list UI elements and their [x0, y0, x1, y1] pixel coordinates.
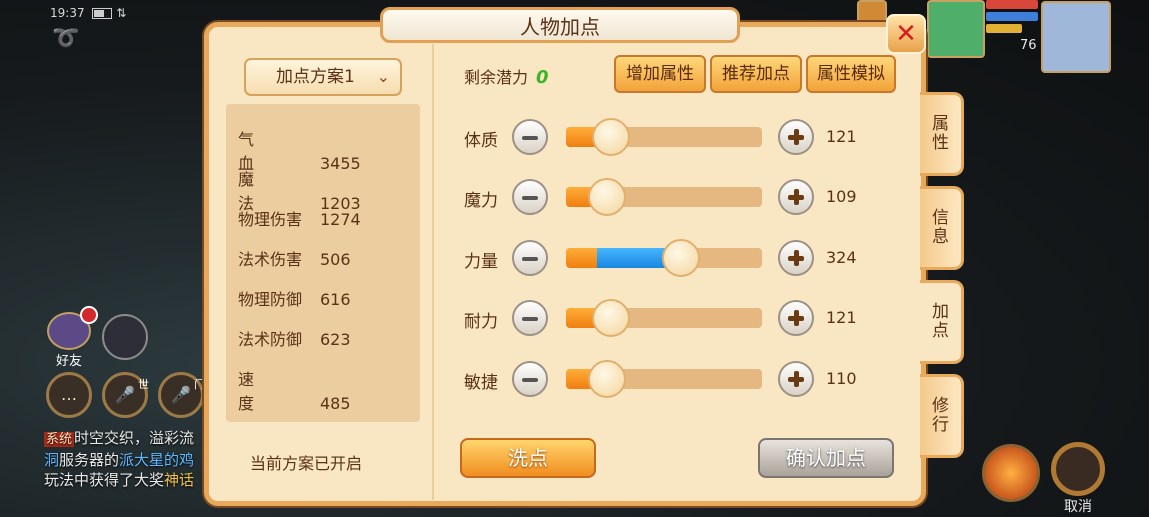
wash-points-button[interactable]: 洗点 [460, 438, 596, 478]
chat-text: 时空交织，溢彩流 [74, 429, 195, 447]
stat-value: 623 [320, 330, 351, 349]
decrease-button[interactable] [512, 240, 548, 276]
cancel-label: 取消 [1064, 499, 1092, 515]
decrease-button[interactable] [512, 179, 548, 215]
potential-label: 剩余潜力 [464, 68, 529, 87]
side-tab-label: 修行 [932, 396, 949, 435]
increase-button[interactable] [778, 300, 814, 336]
stat-name: 物理防御 [238, 290, 303, 309]
anger-bar [986, 24, 1023, 33]
side-tab[interactable]: 修行 [920, 374, 964, 458]
chat-text: 服务器的 [59, 451, 120, 469]
simulate-button[interactable]: 属性模拟 [806, 55, 896, 93]
side-tab[interactable]: 加点 [920, 280, 964, 364]
stat-row: 物理防御 616 [238, 286, 351, 310]
increase-button[interactable] [778, 179, 814, 215]
chat-text: 神话 [164, 471, 195, 489]
clock: 19:37 [50, 6, 85, 20]
hp-bar [986, 0, 1038, 9]
notification-dot [80, 306, 98, 324]
friends-label: 好友 [55, 354, 82, 369]
signal-icon: ⇅ [116, 6, 127, 20]
panel-title: 人物加点 [520, 15, 600, 39]
stat-name: 法术防御 [238, 330, 303, 349]
attribute-value: 324 [826, 248, 857, 267]
stat-row: 魔法 1203 [238, 166, 361, 213]
team-voice-microphone-icon[interactable]: 🎤 门 [158, 372, 205, 418]
system-tag: 系统 [44, 432, 75, 447]
panel-title-bar: 人物加点 [380, 7, 740, 43]
decrease-button[interactable] [512, 361, 548, 397]
pet-avatar[interactable] [927, 0, 985, 58]
stat-row: 物理伤害 1274 [238, 206, 361, 230]
attribute-label: 耐力 [464, 312, 498, 332]
scheme-dropdown[interactable]: 加点方案1 ⌄ [244, 58, 402, 96]
stat-row: 气血 3455 [238, 126, 361, 173]
chat-log[interactable]: 系统 时空交织，溢彩流 洞服务器的派大星的鸡 玩法中获得了大奖神话 [44, 428, 219, 490]
decrease-button[interactable] [512, 119, 548, 155]
chat-player-link[interactable]: 派大星的鸡 [119, 451, 194, 469]
confirm-points-button[interactable]: 确认加点 [758, 438, 894, 478]
gear-icon [1051, 442, 1105, 496]
close-icon: ✕ [895, 19, 917, 49]
swirl-icon[interactable]: ➰ [52, 26, 79, 51]
stat-value: 1274 [320, 210, 361, 229]
stat-row: 法术防御 623 [238, 326, 351, 350]
attribute-label: 敏捷 [464, 373, 498, 393]
chevron-down-icon: ⌄ [376, 67, 390, 86]
player-avatar[interactable] [102, 314, 148, 360]
fire-skill-icon[interactable] [982, 444, 1040, 502]
chat-text: 洞 [44, 451, 60, 469]
recommend-button[interactable]: 推荐加点 [710, 55, 802, 93]
attribute-value: 121 [826, 308, 857, 327]
battery-icon [92, 8, 113, 19]
add-attribute-button[interactable]: 增加属性 [614, 55, 706, 93]
mp-bar [986, 12, 1038, 21]
side-tab-label: 加点 [932, 302, 949, 341]
cancel-button[interactable]: 取消 [1050, 442, 1106, 516]
player-level: 76 [1020, 38, 1037, 53]
chat-bubble-icon[interactable]: … [46, 372, 92, 418]
close-button[interactable]: ✕ [886, 14, 926, 54]
slider-fill [566, 248, 598, 268]
side-tab-label: 属性 [932, 114, 949, 153]
decrease-button[interactable] [512, 300, 548, 336]
side-tab[interactable]: 信息 [920, 186, 964, 270]
hp-mp-bars [986, 0, 1038, 36]
world-voice-microphone-icon[interactable]: 🎤 世 [102, 372, 149, 418]
status-bar: 19:37 ⇅ [50, 6, 126, 20]
stat-name: 物理伤害 [238, 210, 303, 229]
attribute-value: 109 [826, 187, 857, 206]
attribute-label: 魔力 [464, 191, 498, 211]
stat-name: 法术伤害 [238, 250, 303, 269]
increase-button[interactable] [778, 361, 814, 397]
stat-row: 法术伤害 506 [238, 246, 351, 270]
stat-name: 速度 [238, 370, 289, 413]
scheme-label: 加点方案1 [276, 67, 355, 87]
friends-button[interactable]: 好友 [46, 306, 98, 369]
scheme-status: 当前方案已开启 [250, 454, 363, 473]
attribute-value: 121 [826, 127, 857, 146]
stat-value: 506 [320, 250, 351, 269]
increase-button[interactable] [778, 119, 814, 155]
slider-knob[interactable] [592, 299, 631, 337]
potential-value: 0 [536, 67, 549, 88]
slider-knob[interactable] [592, 118, 631, 156]
attribute-label: 力量 [464, 252, 498, 272]
character-avatar[interactable] [1041, 1, 1111, 73]
stat-value: 485 [320, 394, 351, 413]
chat-text: 玩法中获得了大奖 [44, 471, 165, 489]
stat-row: 速度 485 [238, 366, 351, 413]
increase-button[interactable] [778, 240, 814, 276]
divider [432, 44, 434, 500]
stat-value: 616 [320, 290, 351, 309]
side-tab[interactable]: 属性 [920, 92, 964, 176]
attribute-value: 110 [826, 369, 857, 388]
side-tab-label: 信息 [932, 208, 949, 247]
attribute-label: 体质 [464, 131, 498, 151]
remaining-potential: 剩余潜力 0 [464, 64, 549, 88]
